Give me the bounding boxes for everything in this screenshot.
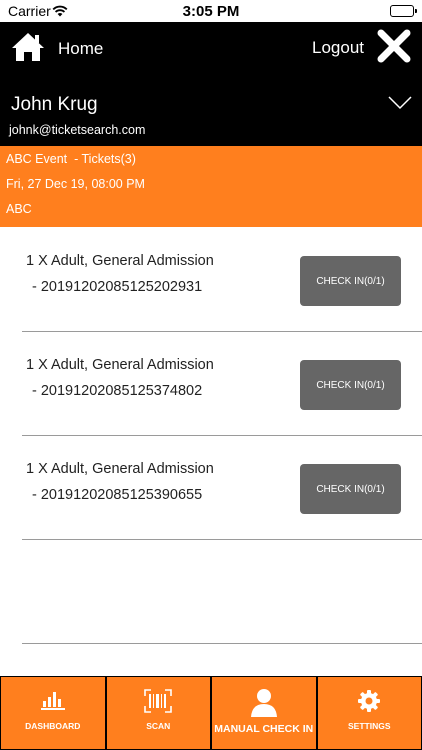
divider [22,643,422,644]
check-in-button[interactable]: CHECK IN(0/1) [300,360,401,410]
user-name: John Krug [11,94,98,115]
status-bar: Carrier 3:05 PM [0,0,422,22]
event-date: Fri, 27 Dec 19, 08:00 PM [6,177,145,191]
check-in-button[interactable]: CHECK IN(0/1) [300,464,401,514]
close-icon [376,28,412,69]
ticket-title: 1 X Adult, General Admission [26,357,214,373]
home-label: Home [58,39,104,58]
ticket-code: - 20191202085125374802 [32,383,203,399]
battery-icon [390,5,417,17]
ticket-row: 1 X Adult, General Admission - 201912020… [0,332,422,436]
user-menu-toggle[interactable] [388,96,412,115]
home-icon [10,31,46,68]
event-title: ABC Event - Tickets(3) [6,152,136,166]
tab-label: SETTINGS [347,721,391,731]
tab-label: SCAN [146,721,171,731]
ticket-code: - 20191202085125390655 [32,487,203,503]
tab-label: DASHBOARD [25,721,81,731]
divider [22,539,422,540]
user-email: johnk@ticketsearch.com [9,123,146,137]
check-in-button[interactable]: CHECK IN(0/1) [300,256,401,306]
tab-settings[interactable]: SETTINGS [316,676,422,750]
tab-manual-check-in[interactable]: MANUAL CHECK IN [211,676,317,750]
header: Home Logout John Krug johnk@ticketsearch… [0,22,422,146]
ticket-code: - 20191202085125202931 [32,279,203,295]
chevron-down-icon [388,96,412,114]
person-icon [250,687,278,717]
home-button[interactable]: Home [10,32,103,66]
bar-chart-icon [40,689,65,711]
tab-dashboard[interactable]: DASHBOARD [0,676,106,750]
event-venue: ABC [6,202,32,216]
tab-bar: DASHBOARD SCAN MANUAL CHECK IN SETTINGS [0,676,422,750]
tab-label: MANUAL CHECK IN [214,723,314,735]
event-banner: ABC Event - Tickets(3) Fri, 27 Dec 19, 0… [0,146,422,227]
gear-icon [357,689,381,713]
ticket-title: 1 X Adult, General Admission [26,461,214,477]
barcode-icon [144,689,173,713]
ticket-row: 1 X Adult, General Admission - 201912020… [0,436,422,540]
ticket-row: 1 X Adult, General Admission - 201912020… [0,228,422,332]
status-time: 3:05 PM [182,3,240,20]
tab-scan[interactable]: SCAN [105,676,211,750]
ticket-title: 1 X Adult, General Admission [26,253,214,269]
logout-button[interactable]: Logout [312,28,412,68]
logout-label: Logout [312,38,364,57]
